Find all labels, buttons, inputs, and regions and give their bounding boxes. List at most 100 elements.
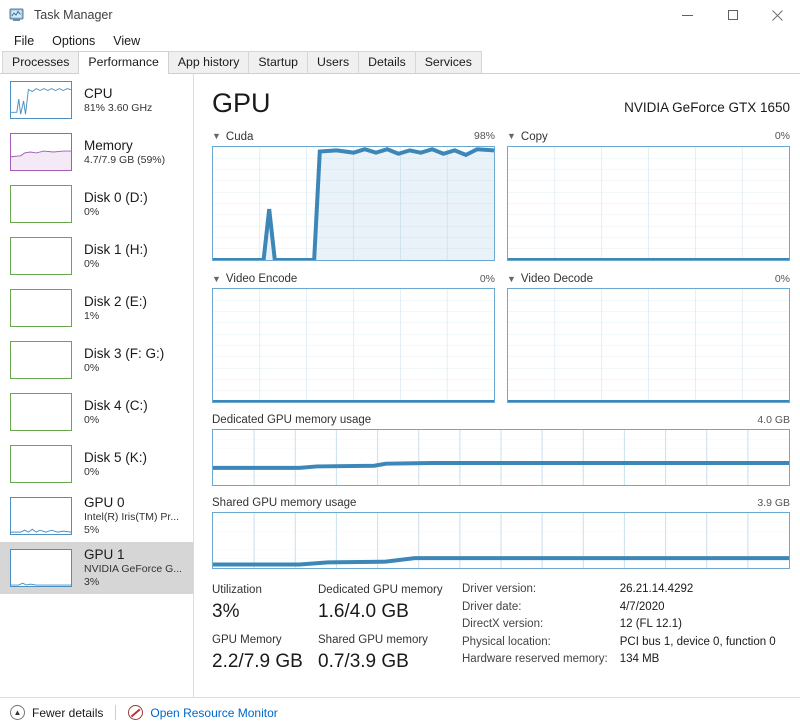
sidebar-item-sublabel: 0% — [84, 205, 100, 218]
tab-users[interactable]: Users — [307, 51, 360, 73]
dedicated-memory-chart — [212, 429, 790, 486]
sidebar-item-label: Disk 3 (F: G:) — [84, 345, 165, 361]
stat-value-dedicated-gpu-memory: 1.6/4.0 GB — [318, 601, 409, 622]
dedicated-memory-max: 4.0 GB — [757, 414, 790, 426]
cuda-chart — [212, 145, 495, 261]
resource-monitor-icon — [128, 705, 144, 720]
engine-label-copy: Copy — [520, 130, 548, 143]
sidebar-item-usage: 5% — [84, 524, 100, 536]
info-key: Driver date: — [462, 600, 522, 613]
status-divider — [115, 705, 117, 720]
stat-value-shared-gpu-memory: 0.7/3.9 GB — [318, 651, 409, 672]
chevron-down-icon[interactable]: ▼ — [507, 274, 516, 284]
device-info-keys: Driver version: Driver date: DirectX versi… — [462, 581, 608, 681]
sidebar-item-text: Disk 3 (F: G:) 0% — [84, 346, 164, 375]
minimize-button[interactable] — [665, 0, 710, 30]
sidebar-item-label: Disk 0 (D:) — [84, 189, 148, 205]
window-controls — [665, 0, 800, 30]
info-value: 134 MB — [619, 653, 660, 665]
sidebar-thumbnail — [10, 341, 72, 379]
sidebar-thumbnail — [10, 549, 72, 587]
engine-graph-video-decode[interactable]: ▼ Video Decode 0% — [507, 272, 790, 403]
engine-value-video-decode: 0% — [774, 272, 790, 285]
sidebar-thumbnail — [10, 133, 72, 171]
engine-value-copy: 0% — [774, 130, 790, 142]
sidebar-item-text: Disk 1 (H:) 0% — [84, 242, 148, 271]
tab-details[interactable]: Details — [358, 51, 416, 73]
sidebar-item-usage: 3% — [84, 576, 100, 588]
task-manager-icon — [8, 7, 26, 23]
title-bar: Task Manager — [0, 0, 800, 30]
chevron-down-icon[interactable]: ▼ — [507, 132, 516, 141]
menu-options[interactable]: Options — [44, 32, 103, 50]
sidebar-item-sublabel: NVIDIA GeForce G... — [84, 563, 183, 575]
tab-services[interactable]: Services — [414, 51, 482, 73]
sidebar-item-disk-2-e[interactable]: Disk 2 (E:) 1% — [0, 282, 193, 334]
engine-row-2: ▼ Video Encode 0% ▼ Video Decode 0% — [212, 272, 790, 403]
sidebar-item-text: Disk 5 (K:) 0% — [84, 450, 147, 479]
sidebar-item-text: Disk 0 (D:) 0% — [84, 190, 148, 219]
tab-strip: Processes Performance App history Startu… — [0, 51, 800, 74]
resource-sidebar[interactable]: CPU 81% 3.60 GHz Memory 4.7/7.9 GB (59%) Dis… — [0, 74, 194, 719]
copy-chart — [507, 145, 790, 261]
stat-label-shared-gpu-memory: Shared GPU memory — [318, 634, 428, 646]
stat-label-utilization: Utilization — [212, 584, 262, 596]
sidebar-item-cpu[interactable]: CPU 81% 3.60 GHz — [0, 74, 193, 126]
engine-graph-video-encode[interactable]: ▼ Video Encode 0% — [212, 272, 495, 403]
sidebar-item-disk-5-k[interactable]: Disk 5 (K:) 0% — [0, 438, 193, 490]
sidebar-item-label: Disk 4 (C:) — [84, 397, 148, 413]
fewer-details-button[interactable]: ▲ Fewer details — [10, 705, 103, 720]
info-value: 12 (FL 12.1) — [619, 618, 682, 630]
sidebar-item-label: Disk 1 (H:) — [84, 241, 148, 257]
open-resource-monitor-button[interactable]: Open Resource Monitor — [128, 705, 278, 720]
sidebar-item-disk-3-f-g[interactable]: Disk 3 (F: G:) 0% — [0, 334, 193, 386]
maximize-button[interactable] — [710, 0, 755, 30]
sidebar-item-label: Disk 2 (E:) — [84, 293, 148, 309]
gpu-detail-panel: GPU NVIDIA GeForce GTX 1650 ▼ Cuda 98% ▼ — [194, 74, 800, 719]
sidebar-item-label: Memory — [84, 137, 133, 153]
tab-processes[interactable]: Processes — [2, 51, 80, 73]
menu-view[interactable]: View — [105, 32, 148, 50]
fewer-details-label: Fewer details — [32, 705, 104, 720]
tab-performance[interactable]: Performance — [78, 51, 169, 74]
sidebar-item-text: CPU 81% 3.60 GHz — [84, 86, 152, 115]
status-bar: ▲ Fewer details Open Resource Monitor — [0, 697, 800, 727]
engine-value-video-encode: 0% — [479, 272, 495, 285]
sidebar-item-label: GPU 1 — [84, 547, 125, 562]
device-name: NVIDIA GeForce GTX 1650 — [624, 100, 790, 115]
info-key: Driver version: — [462, 583, 537, 595]
sidebar-item-gpu-1[interactable]: GPU 1 NVIDIA GeForce G... 3% — [0, 542, 193, 594]
chevron-down-icon[interactable]: ▼ — [212, 274, 221, 284]
video-decode-chart — [507, 288, 790, 403]
info-value: 26.21.14.4292 — [619, 583, 694, 595]
shared-memory-chart — [212, 512, 790, 569]
menu-file[interactable]: File — [6, 32, 42, 50]
sidebar-thumbnail — [10, 497, 72, 535]
open-resource-monitor-label: Open Resource Monitor — [150, 705, 278, 720]
sidebar-item-text: Memory 4.7/7.9 GB (59%) — [84, 138, 165, 167]
close-button[interactable] — [755, 0, 800, 30]
engine-graph-copy[interactable]: ▼ Copy 0% — [507, 130, 790, 261]
tab-startup[interactable]: Startup — [248, 51, 308, 73]
menu-bar: File Options View — [0, 30, 800, 52]
window-title: Task Manager — [34, 8, 113, 22]
sidebar-item-memory[interactable]: Memory 4.7/7.9 GB (59%) — [0, 126, 193, 178]
info-key: DirectX version: — [462, 618, 544, 630]
engine-graph-cuda[interactable]: ▼ Cuda 98% — [212, 130, 495, 261]
info-value: PCI bus 1, device 0, function 0 — [619, 635, 776, 648]
sidebar-item-disk-0-d[interactable]: Disk 0 (D:) 0% — [0, 178, 193, 230]
sidebar-item-text: Disk 2 (E:) 1% — [84, 294, 147, 323]
sidebar-item-disk-1-h[interactable]: Disk 1 (H:) 0% — [0, 230, 193, 282]
sidebar-item-text: Disk 4 (C:) 0% — [84, 398, 148, 427]
panel-header: GPU NVIDIA GeForce GTX 1650 — [212, 88, 790, 118]
stat-value-gpu-memory: 2.2/7.9 GB — [212, 651, 303, 672]
stat-column-mid: Dedicated GPU memory 1.6/4.0 GB Shared G… — [318, 581, 448, 681]
info-key: Hardware reserved memory: — [462, 653, 608, 665]
chevron-down-icon[interactable]: ▼ — [212, 132, 221, 141]
tab-app-history[interactable]: App history — [167, 51, 250, 73]
sidebar-item-gpu-0[interactable]: GPU 0 Intel(R) Iris(TM) Pr... 5% — [0, 490, 193, 542]
sidebar-item-disk-4-c[interactable]: Disk 4 (C:) 0% — [0, 386, 193, 438]
sidebar-item-text: GPU 1 NVIDIA GeForce G... 3% — [84, 547, 182, 589]
sidebar-item-sublabel: 81% 3.60 GHz — [84, 101, 153, 114]
sidebar-thumbnail — [10, 393, 72, 431]
